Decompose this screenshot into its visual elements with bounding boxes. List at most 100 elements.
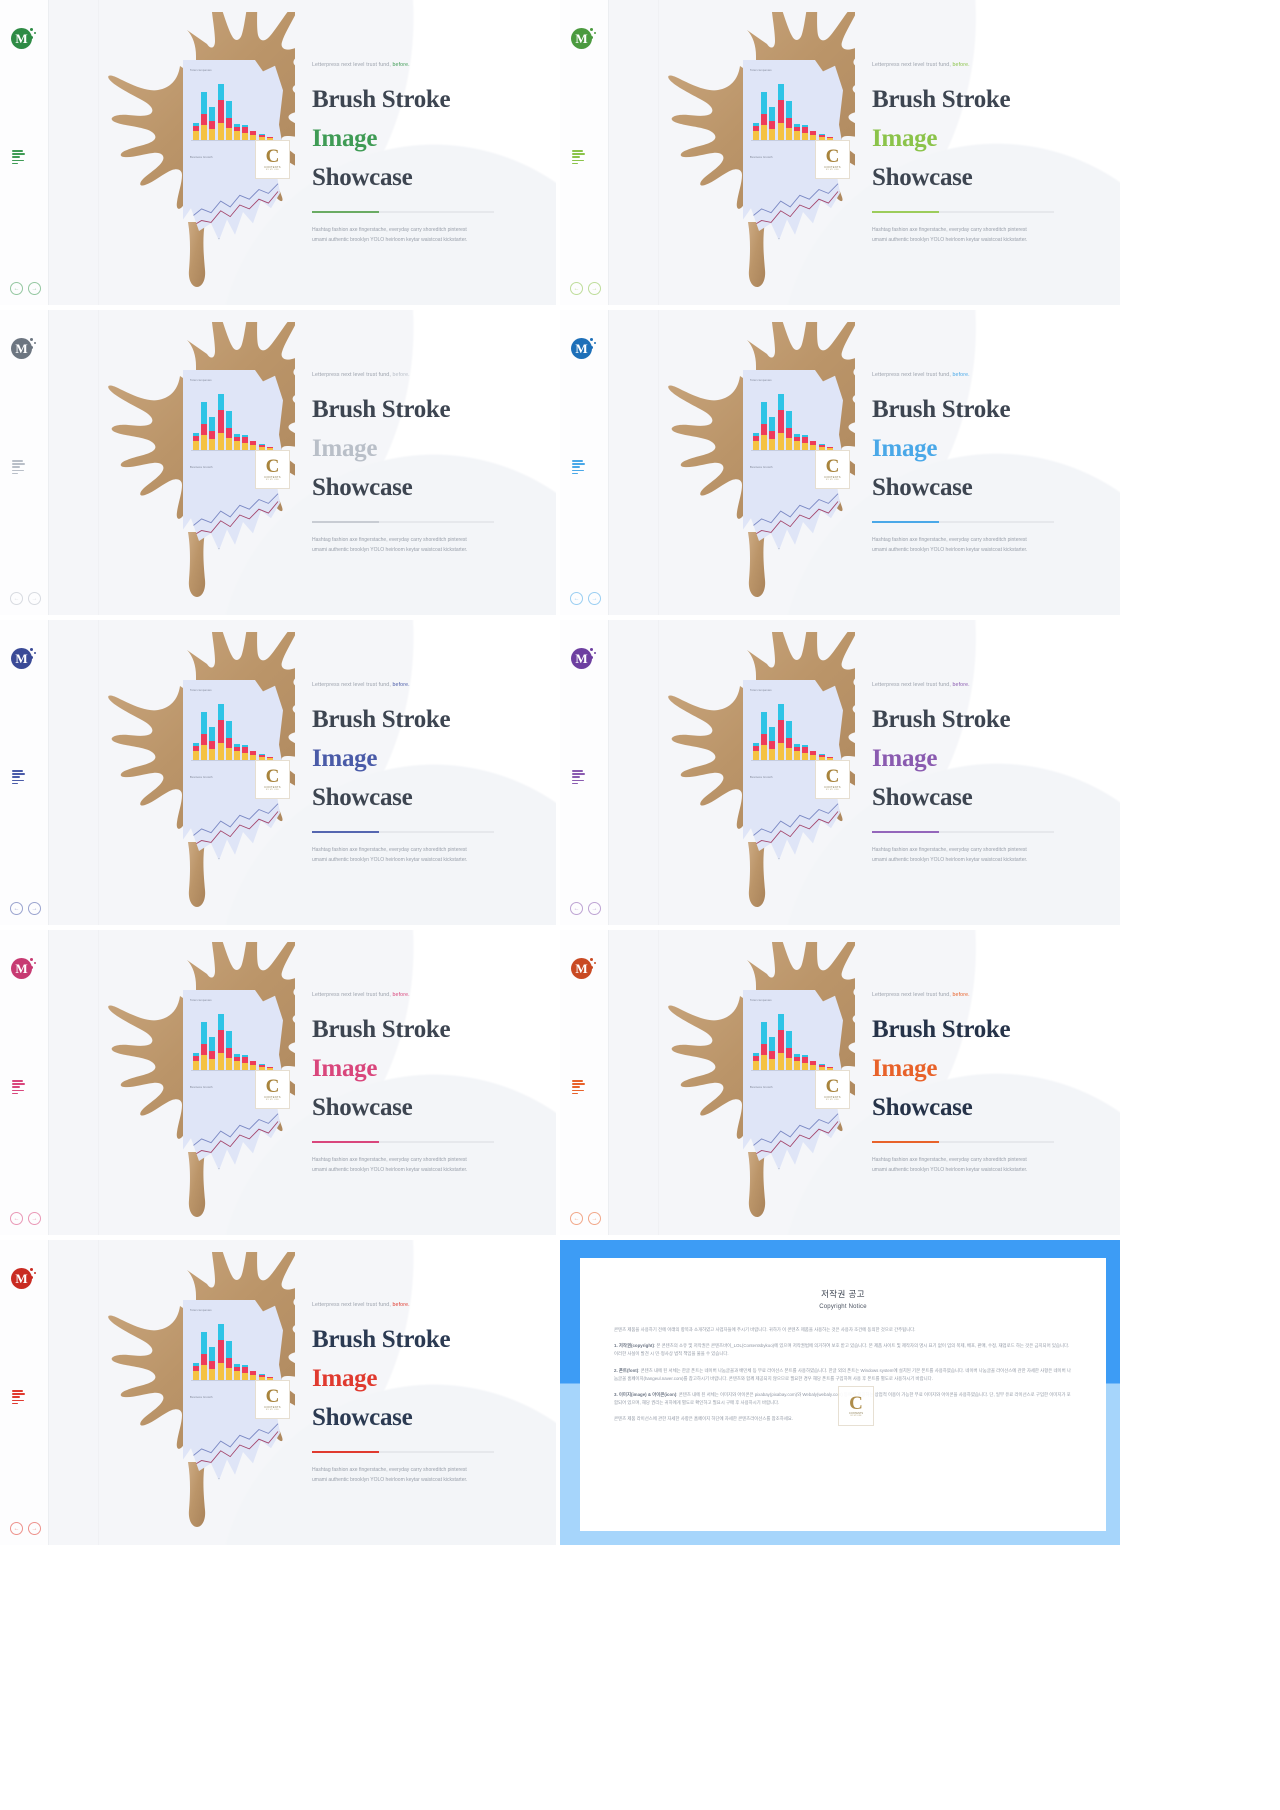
copyright-panel: 저작권 공고 Copyright Notice 콘텐츠 제품을 사용하기 전에 … xyxy=(560,1240,1120,1545)
slide-eyebrow: Letterpress next level trust fund, befor… xyxy=(312,372,512,378)
bar-chart xyxy=(753,388,837,450)
next-arrow-icon[interactable]: → xyxy=(588,282,601,295)
brand-dots-icon xyxy=(30,1268,39,1280)
prev-arrow-icon[interactable]: ← xyxy=(10,902,23,915)
bar-segment xyxy=(225,1057,232,1070)
slide-eyebrow: Letterpress next level trust fund, befor… xyxy=(312,1302,512,1308)
brand-logo-icon[interactable]: M xyxy=(571,338,592,359)
bar-chart xyxy=(193,698,277,760)
next-arrow-icon[interactable]: → xyxy=(28,282,41,295)
bar-column xyxy=(810,750,817,760)
bar-segment xyxy=(217,99,224,123)
document-lines-icon[interactable] xyxy=(572,770,585,785)
brand-logo-icon[interactable]: M xyxy=(11,648,32,669)
slide-nav[interactable]: ← → xyxy=(570,1212,601,1225)
next-arrow-icon[interactable]: → xyxy=(588,902,601,915)
document-lines-icon[interactable] xyxy=(12,1080,25,1095)
body-line-2: umami authentic brooklyn YOLO heirloom k… xyxy=(312,1166,468,1173)
bar-segment xyxy=(201,1364,208,1380)
watermark-letter: C xyxy=(265,765,280,787)
next-arrow-icon[interactable]: → xyxy=(28,902,41,915)
copyright-watermark: C CONTENTS BY MY LIFE xyxy=(838,1386,874,1426)
brand-logo-icon[interactable]: M xyxy=(571,648,592,669)
heading-line-2: Image xyxy=(872,435,938,462)
slide-nav[interactable]: ← → xyxy=(570,282,601,295)
bar-column xyxy=(225,721,232,760)
brand-logo-icon[interactable]: M xyxy=(571,28,592,49)
document-lines-icon[interactable] xyxy=(572,460,585,475)
prev-arrow-icon[interactable]: ← xyxy=(10,1212,23,1225)
brand-logo-icon[interactable]: M xyxy=(571,958,592,979)
chart-title-bottom: Business Growth xyxy=(750,156,773,159)
body-line-2: umami authentic brooklyn YOLO heirloom k… xyxy=(312,856,468,863)
brand-logo-icon[interactable]: M xyxy=(11,28,32,49)
prev-arrow-icon[interactable]: ← xyxy=(10,592,23,605)
bar-segment xyxy=(785,1057,792,1070)
bar-column xyxy=(209,727,216,760)
next-arrow-icon[interactable]: → xyxy=(28,592,41,605)
prev-arrow-icon[interactable]: ← xyxy=(10,282,23,295)
next-arrow-icon[interactable]: → xyxy=(28,1212,41,1225)
brand-logo-icon[interactable]: M xyxy=(11,958,32,979)
bar-column xyxy=(233,743,240,760)
bar-segment xyxy=(785,118,792,128)
slide-card-green[interactable]: M Total companies Business Growth C CONT… xyxy=(0,0,556,305)
artwork-paint-splat: Total companies Business Growth C CONTEN… xyxy=(95,942,295,1227)
watermark-text-2: BY MY LIFE xyxy=(826,789,839,792)
prev-arrow-icon[interactable]: ← xyxy=(570,902,583,915)
bar-segment xyxy=(193,1060,199,1070)
bar-column xyxy=(233,1363,240,1380)
document-lines-icon[interactable] xyxy=(12,770,25,785)
chart-title-bottom: Business Growth xyxy=(750,1086,773,1089)
bar-column xyxy=(225,1031,232,1070)
slide-card-red[interactable]: M Total companies Business Growth C CONT… xyxy=(0,1240,556,1545)
brand-logo-icon[interactable]: M xyxy=(11,1268,32,1289)
copyright-item: 2. 폰트(font): 콘텐츠 내에 된 서체는 한글 폰트는 네이버 나눔글… xyxy=(614,1367,1072,1383)
slide-card-sky-blue[interactable]: M Total companies Business Growth C CONT… xyxy=(560,310,1120,615)
slide-card-indigo[interactable]: M Total companies Business Growth C CONT… xyxy=(0,620,556,925)
heading-divider xyxy=(312,1451,494,1454)
slide-nav[interactable]: ← → xyxy=(10,1212,41,1225)
slide-nav[interactable]: ← → xyxy=(10,902,41,915)
heading-line-2: Image xyxy=(312,435,378,462)
prev-arrow-icon[interactable]: ← xyxy=(10,1522,23,1535)
prev-arrow-icon[interactable]: ← xyxy=(570,282,583,295)
prev-arrow-icon[interactable]: ← xyxy=(570,1212,583,1225)
bar-segment xyxy=(233,440,240,450)
document-lines-icon[interactable] xyxy=(12,1390,25,1405)
slide-card-grey[interactable]: M Total companies Business Growth C CONT… xyxy=(0,310,556,615)
slide-nav[interactable]: ← → xyxy=(570,592,601,605)
slide-nav[interactable]: ← → xyxy=(570,902,601,915)
bar-segment xyxy=(777,1052,784,1070)
slide-card-light-green[interactable]: M Total companies Business Growth C CONT… xyxy=(560,0,1120,305)
next-arrow-icon[interactable]: → xyxy=(28,1522,41,1535)
bar-column xyxy=(769,727,776,760)
slide-nav[interactable]: ← → xyxy=(10,282,41,295)
body-line-1: Hashtag fashion axe fingerstache, everyd… xyxy=(312,1157,467,1164)
watermark-text-2: BY MY LIFE xyxy=(266,169,279,172)
slide-eyebrow: Letterpress next level trust fund, befor… xyxy=(312,682,512,688)
slide-second-rail xyxy=(48,1240,99,1545)
slide-nav[interactable]: ← → xyxy=(10,1522,41,1535)
bar-segment xyxy=(217,122,224,140)
bar-segment xyxy=(785,428,792,438)
bar-column xyxy=(793,743,800,760)
bar-chart xyxy=(193,78,277,140)
document-lines-icon[interactable] xyxy=(12,460,25,475)
next-arrow-icon[interactable]: → xyxy=(588,592,601,605)
slide-card-orange[interactable]: M Total companies Business Growth C CONT… xyxy=(560,930,1120,1235)
document-lines-icon[interactable] xyxy=(572,150,585,165)
chart-title-bottom: Business Growth xyxy=(190,776,213,779)
document-lines-icon[interactable] xyxy=(572,1080,585,1095)
slide-card-pink[interactable]: M Total companies Business Growth C CONT… xyxy=(0,930,556,1235)
bar-column xyxy=(785,101,792,140)
slide-nav[interactable]: ← → xyxy=(10,592,41,605)
heading-line-2: Image xyxy=(312,1055,378,1082)
next-arrow-icon[interactable]: → xyxy=(588,1212,601,1225)
copyright-intro: 콘텐츠 제품을 사용하기 전에 아래의 항목과 소개하였고 사업자들에 주시기 … xyxy=(614,1327,916,1332)
prev-arrow-icon[interactable]: ← xyxy=(570,592,583,605)
slide-card-purple[interactable]: M Total companies Business Growth C CONT… xyxy=(560,620,1120,925)
chart-title-top: Total companies xyxy=(190,1309,212,1312)
brand-logo-icon[interactable]: M xyxy=(11,338,32,359)
document-lines-icon[interactable] xyxy=(12,150,25,165)
